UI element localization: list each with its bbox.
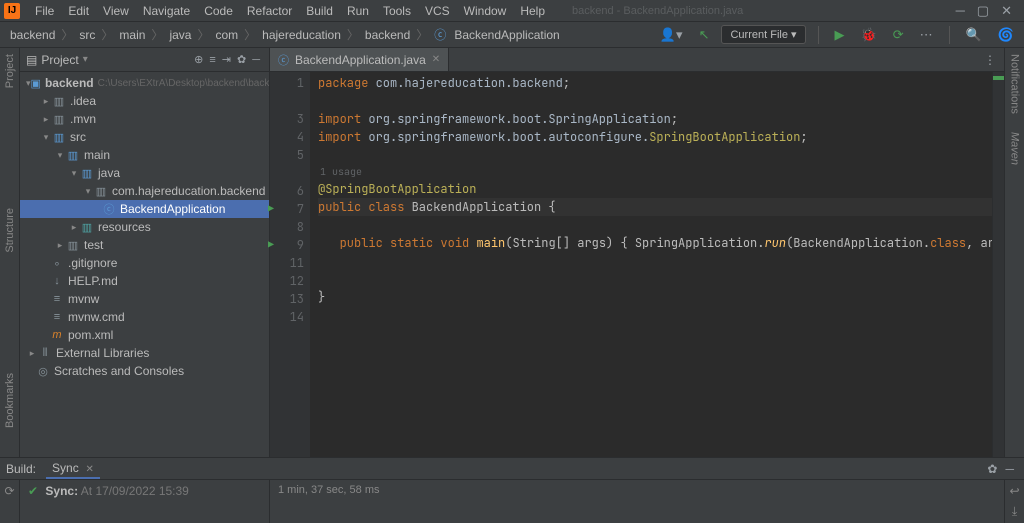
- toolstrip-structure[interactable]: Structure: [4, 208, 16, 253]
- users-icon[interactable]: 👤▾: [656, 25, 687, 45]
- crumb-1[interactable]: src: [75, 28, 99, 42]
- run-gutter-icon-2[interactable]: ▶: [268, 236, 274, 254]
- tree-gitignore[interactable]: ∘.gitignore: [20, 254, 269, 272]
- status-ok-icon: ✔: [28, 484, 38, 498]
- code-editor[interactable]: package com.hajereducation.backend;impor…: [310, 72, 992, 457]
- locate-icon[interactable]: ⊕: [191, 53, 206, 66]
- crumb-class-icon: ⓒ: [430, 26, 450, 43]
- crumb-7[interactable]: BackendApplication: [450, 28, 563, 42]
- crumb-0[interactable]: backend: [6, 28, 59, 42]
- error-stripe[interactable]: [992, 72, 1004, 457]
- menu-file[interactable]: File: [28, 2, 61, 20]
- build-label: Build:: [6, 462, 36, 476]
- menu-build[interactable]: Build: [299, 2, 340, 20]
- menu-vcs[interactable]: VCS: [418, 2, 457, 20]
- toolstrip-bookmarks[interactable]: Bookmarks: [4, 373, 16, 428]
- project-icon: ▤: [26, 53, 37, 67]
- crumb-4[interactable]: com: [211, 28, 242, 42]
- tree-pomxml[interactable]: mpom.xml: [20, 326, 269, 344]
- menu-help[interactable]: Help: [513, 2, 552, 20]
- panel-settings-icon[interactable]: ✿: [234, 53, 249, 66]
- project-dropdown-icon[interactable]: ▾: [83, 54, 88, 65]
- build-settings-icon[interactable]: ✿: [983, 462, 1001, 476]
- settings-icon[interactable]: 🌀: [994, 25, 1018, 45]
- menu-code[interactable]: Code: [197, 2, 240, 20]
- close-icon[interactable]: ✕: [1001, 3, 1012, 19]
- tree-class-backendapplication[interactable]: ⓒBackendApplication: [20, 200, 269, 218]
- more-run-icon[interactable]: ⋯: [916, 25, 937, 45]
- editor-area: ⓒ BackendApplication.java ✕ ⋮ 1 3 4 5 6 …: [270, 48, 1004, 457]
- tree-main[interactable]: ▾▥main: [20, 146, 269, 164]
- tree-src[interactable]: ▾▥src: [20, 128, 269, 146]
- tab-label: BackendApplication.java: [295, 53, 426, 67]
- tree-java[interactable]: ▾▥java: [20, 164, 269, 182]
- toolstrip-maven[interactable]: Maven: [1009, 132, 1021, 165]
- project-panel-title[interactable]: Project: [41, 53, 78, 67]
- build-tab-sync[interactable]: Sync ✕: [46, 459, 100, 479]
- tree-mvn[interactable]: ▸▥.mvn: [20, 110, 269, 128]
- crumb-6[interactable]: backend: [361, 28, 414, 42]
- analysis-ok-icon: [993, 76, 1004, 80]
- editor-tab-backendapplication[interactable]: ⓒ BackendApplication.java ✕: [270, 48, 449, 71]
- menu-navigate[interactable]: Navigate: [136, 2, 197, 20]
- maximize-icon[interactable]: ▢: [977, 3, 989, 19]
- tree-mvnwcmd[interactable]: ≡mvnw.cmd: [20, 308, 269, 326]
- navigation-bar: backend〉 src〉 main〉 java〉 com〉 hajereduc…: [0, 22, 1024, 48]
- menu-run[interactable]: Run: [340, 2, 376, 20]
- run-config-dropdown[interactable]: Current File ▾: [721, 25, 805, 44]
- menu-tools[interactable]: Tools: [376, 2, 418, 20]
- tree-idea[interactable]: ▸▥.idea: [20, 92, 269, 110]
- minimize-icon[interactable]: ─: [956, 3, 965, 19]
- soft-wrap-icon[interactable]: ↩: [1009, 484, 1019, 498]
- debug-icon[interactable]: 🐞: [857, 25, 881, 45]
- crumb-3[interactable]: java: [165, 28, 195, 42]
- build-hide-icon[interactable]: ─: [1001, 462, 1018, 476]
- tree-extlib[interactable]: ▸⫴External Libraries: [20, 344, 269, 362]
- menu-view[interactable]: View: [96, 2, 136, 20]
- class-icon: ⓒ: [278, 52, 289, 68]
- editor-tabs: ⓒ BackendApplication.java ✕ ⋮: [270, 48, 1004, 72]
- menu-edit[interactable]: Edit: [61, 2, 96, 20]
- build-panel: Build: Sync ✕ ✿ ─ ⟳ ✔ Sync: At 17/09/202…: [0, 457, 1024, 523]
- tree-resources[interactable]: ▸▥resources: [20, 218, 269, 236]
- window-title: backend - BackendApplication.java: [572, 5, 743, 17]
- app-logo-icon: IJ: [4, 3, 20, 19]
- tabs-more-icon[interactable]: ⋮: [976, 53, 1004, 67]
- menu-window[interactable]: Window: [457, 2, 514, 20]
- tree-test[interactable]: ▸▥test: [20, 236, 269, 254]
- run-icon[interactable]: ▶: [831, 25, 849, 45]
- right-tool-strip: Notifications Maven: [1004, 48, 1024, 457]
- hide-panel-icon[interactable]: ─: [249, 54, 263, 66]
- run-gutter-icon[interactable]: ▶: [268, 200, 274, 218]
- menu-bar: IJ File Edit View Navigate Code Refactor…: [0, 0, 1024, 22]
- scroll-end-icon[interactable]: ⤓: [1012, 504, 1017, 519]
- tree-scratches[interactable]: ◎Scratches and Consoles: [20, 362, 269, 380]
- expand-all-icon[interactable]: ≡: [206, 54, 218, 66]
- line-gutter[interactable]: 1 3 4 5 6 ▶7 8 ▶9 11 12 13 14: [270, 72, 310, 457]
- search-everywhere-icon[interactable]: 🔍: [962, 25, 986, 45]
- coverage-icon[interactable]: ⟳: [889, 25, 908, 45]
- refresh-icon[interactable]: ⟳: [4, 484, 14, 498]
- build-hammer-icon[interactable]: ↖: [695, 25, 714, 45]
- tree-package[interactable]: ▾▥com.hajereducation.backend: [20, 182, 269, 200]
- tree-mvnw[interactable]: ≡mvnw: [20, 290, 269, 308]
- build-tab-close[interactable]: ✕: [83, 464, 94, 475]
- build-duration: 1 min, 37 sec, 58 ms: [270, 480, 1004, 523]
- project-tool-window: ▤ Project ▾ ⊕ ≡ ⇥ ✿ ─ ▾▣backendC:\Users\…: [20, 48, 270, 457]
- collapse-all-icon[interactable]: ⇥: [219, 53, 234, 66]
- project-panel-header: ▤ Project ▾ ⊕ ≡ ⇥ ✿ ─: [20, 48, 269, 72]
- crumb-5[interactable]: hajereducation: [258, 28, 345, 42]
- menu-refactor[interactable]: Refactor: [240, 2, 299, 20]
- tree-helpmd[interactable]: ↓HELP.md: [20, 272, 269, 290]
- left-tool-strip: Project Structure Bookmarks: [0, 48, 20, 457]
- toolstrip-notifications[interactable]: Notifications: [1009, 54, 1021, 114]
- tree-root[interactable]: ▾▣backendC:\Users\EXtrA\Desktop\backend\…: [20, 74, 269, 92]
- project-tree[interactable]: ▾▣backendC:\Users\EXtrA\Desktop\backend\…: [20, 72, 269, 457]
- crumb-2[interactable]: main: [115, 28, 149, 42]
- toolstrip-project[interactable]: Project: [4, 54, 16, 88]
- tab-close-icon[interactable]: ✕: [432, 54, 440, 65]
